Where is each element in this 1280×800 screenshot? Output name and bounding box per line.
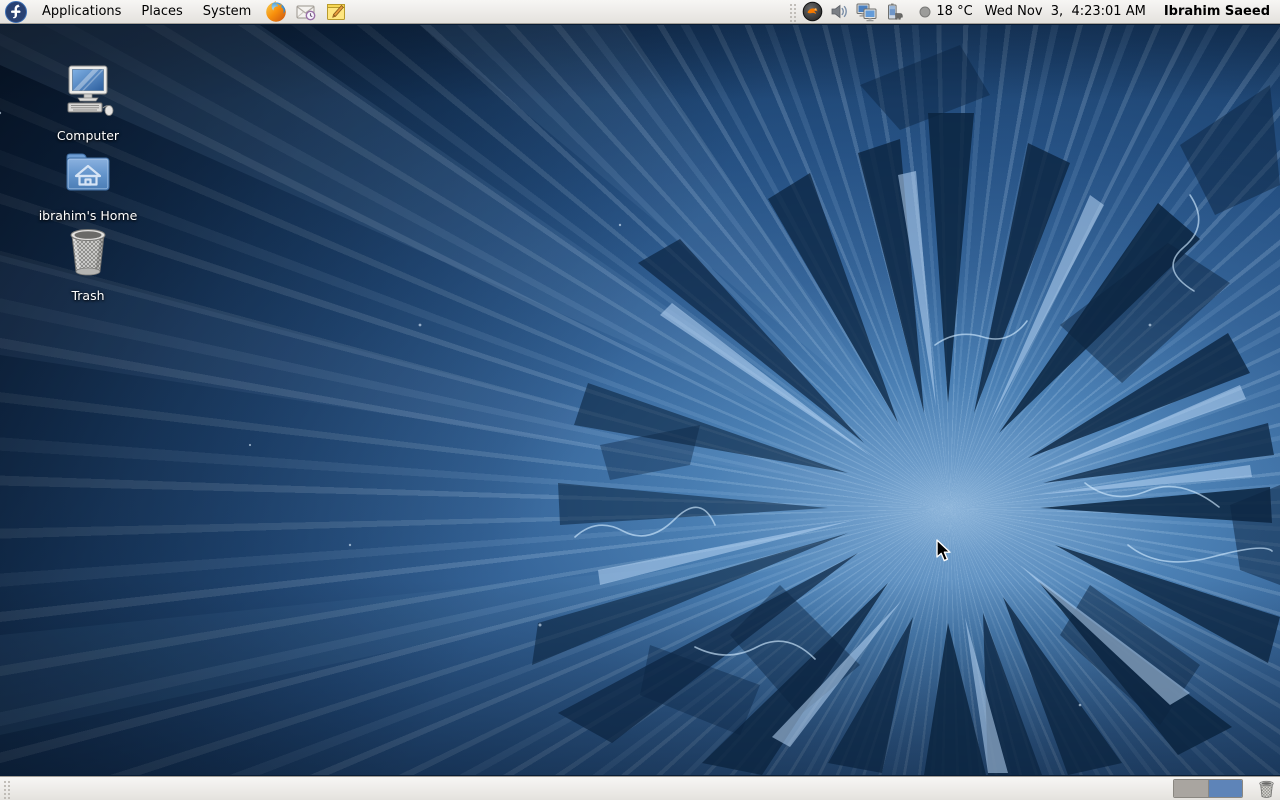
trash-applet-icon: [1257, 779, 1276, 799]
battery-tray[interactable]: [882, 0, 905, 24]
workspace-1[interactable]: [1174, 780, 1209, 797]
volume-tray[interactable]: [828, 0, 851, 24]
fedora-menu-button[interactable]: [0, 0, 32, 24]
firefox-launcher[interactable]: [264, 0, 288, 24]
volume-icon: [829, 1, 850, 22]
menu-places[interactable]: Places: [131, 0, 192, 24]
bottom-drag-handle[interactable]: [2, 779, 11, 799]
workspace-switcher: [1173, 779, 1243, 798]
battery-icon: [883, 1, 905, 23]
weather-applet[interactable]: 18 °C: [919, 4, 972, 19]
wallpaper-shatter-art: [0, 25, 1280, 775]
tray-drag-handle[interactable]: [788, 2, 797, 22]
weather-temperature: 18 °C: [936, 4, 972, 19]
menu-applications[interactable]: Applications: [32, 0, 131, 24]
network-icon: [855, 1, 878, 23]
bottom-panel: [0, 776, 1280, 800]
fedora-logo-icon: [5, 1, 27, 23]
desktop-icon-label: ibrahim's Home: [39, 208, 138, 223]
workspace-2[interactable]: [1209, 780, 1243, 797]
trash-applet[interactable]: [1255, 777, 1277, 800]
desktop-icon-label: Trash: [71, 288, 104, 303]
computer-icon: [59, 63, 117, 121]
gedit-icon: [325, 1, 347, 23]
desktop-icon-home[interactable]: ibrahim's Home: [28, 143, 148, 224]
gedit-launcher[interactable]: [324, 0, 348, 24]
desktop-wallpaper: Computer ibrahim's Home: [0, 25, 1280, 775]
evolution-mail-icon: [295, 1, 317, 23]
evolution-launcher[interactable]: [294, 0, 318, 24]
software-update-tray[interactable]: [801, 0, 824, 24]
desktop-icon-computer[interactable]: Computer: [28, 63, 148, 144]
weather-status-icon: [919, 6, 931, 18]
firefox-icon: [265, 1, 287, 23]
desktop-icon-trash[interactable]: Trash: [28, 223, 148, 304]
top-panel: Applications Places System: [0, 0, 1280, 24]
desktop-icon-label: Computer: [57, 128, 119, 143]
software-update-icon: [802, 1, 823, 22]
network-tray[interactable]: [855, 0, 878, 24]
trash-icon: [59, 223, 117, 281]
home-folder-icon: [59, 143, 117, 201]
menu-system[interactable]: System: [193, 0, 261, 24]
clock-applet[interactable]: Wed Nov 3, 4:23:01 AM: [985, 4, 1146, 19]
user-switcher-applet[interactable]: Ibrahim Saeed: [1164, 4, 1270, 19]
